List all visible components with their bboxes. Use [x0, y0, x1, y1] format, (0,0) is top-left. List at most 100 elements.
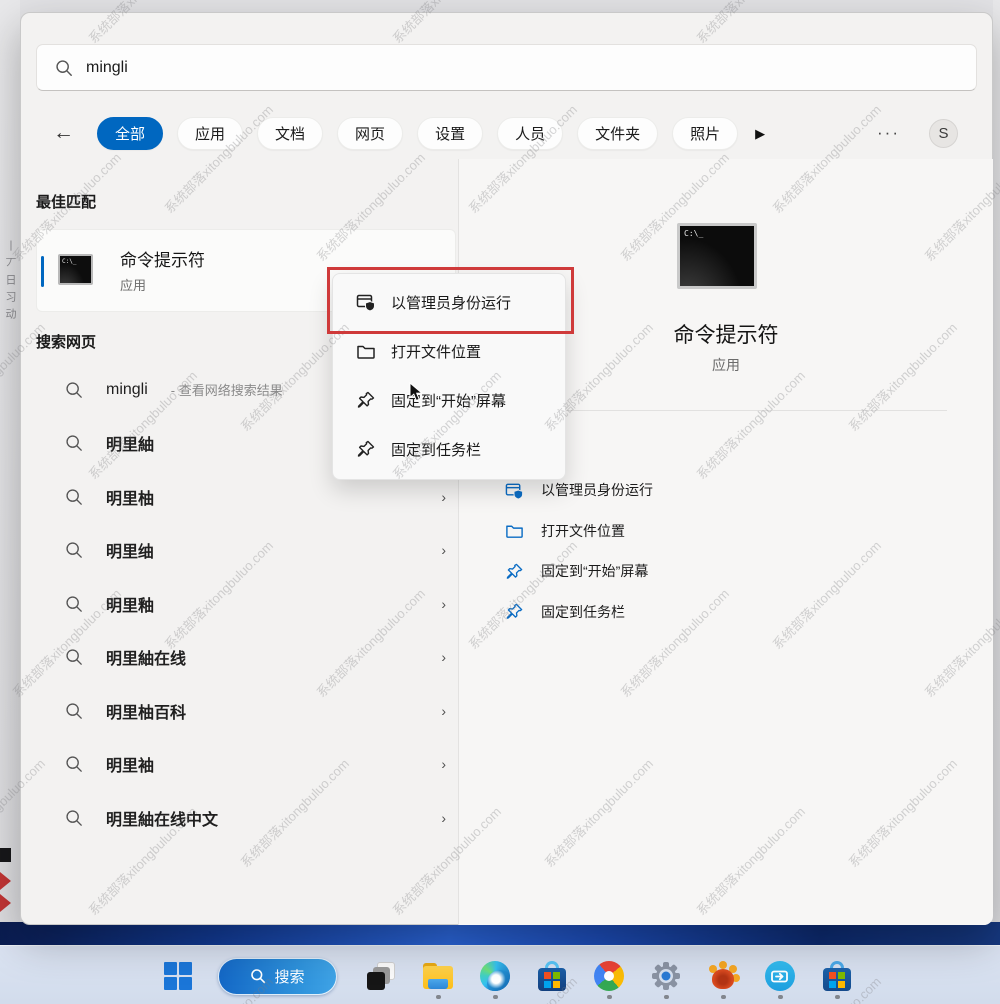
best-match-app-name: 命令提示符	[120, 246, 205, 271]
tab-web[interactable]: 网页	[337, 117, 403, 150]
pinwheel-browser-button[interactable]	[593, 957, 625, 995]
search-icon	[65, 755, 83, 773]
task-view-icon	[367, 962, 395, 990]
search-icon	[65, 541, 83, 559]
tab-all[interactable]: 全部	[97, 117, 163, 150]
chevron-right-icon[interactable]: ›	[441, 489, 446, 505]
desktop-wallpaper-strip	[0, 922, 1000, 947]
folder-icon	[505, 521, 524, 540]
avatar-initial: S	[938, 125, 948, 142]
desktop-edge-left: 丨丆日习动	[0, 0, 20, 925]
tab-folders[interactable]: 文件夹	[577, 117, 658, 150]
desktop-icon-fragment	[0, 848, 11, 862]
edge-icon	[480, 961, 510, 991]
menu-item-pin-to-taskbar[interactable]: 固定到任务栏	[338, 427, 560, 471]
menu-item-run-as-admin[interactable]: 以管理员身份运行	[338, 280, 560, 324]
file-explorer-button[interactable]	[422, 957, 454, 995]
best-match-app-type: 应用	[120, 275, 146, 294]
paw-app-button[interactable]	[707, 957, 739, 995]
microsoft-store-button[interactable]	[536, 957, 568, 995]
selection-accent-bar	[41, 256, 44, 287]
suggestion-text: 明里紬	[106, 431, 154, 455]
search-icon	[65, 595, 83, 613]
cmd-app-icon-large: C:\_	[677, 223, 757, 289]
filter-tabs-row: ← 全部 应用 文档 网页 设置 人员 文件夹 照片 ▶ ··· S	[21, 117, 992, 157]
menu-item-label: 以管理员身份运行	[391, 292, 511, 313]
action-pin-to-taskbar[interactable]: 固定到任务栏	[459, 592, 993, 633]
tab-documents[interactable]: 文档	[257, 117, 323, 150]
pinwheel-browser-icon	[594, 961, 624, 991]
taskbar: 搜索	[0, 945, 1000, 1004]
task-view-button[interactable]	[365, 957, 397, 995]
suggestion-text: 明里柚百科	[106, 699, 186, 723]
action-open-file-location[interactable]: 打开文件位置	[459, 511, 993, 552]
context-menu: 以管理员身份运行 打开文件位置 固定到“开始”屏幕 固定到任务栏	[332, 273, 566, 480]
chevron-right-icon[interactable]: ›	[441, 703, 446, 719]
chevron-right-icon[interactable]: ›	[441, 542, 446, 558]
taskbar-search-button[interactable]: 搜索	[218, 958, 337, 995]
tab-settings[interactable]: 设置	[417, 117, 483, 150]
preview-actions: 以管理员身份运行 打开文件位置 固定到“开始”屏幕 固定到任务栏	[459, 470, 993, 632]
gear-icon	[650, 960, 682, 992]
search-input[interactable]: mingli	[36, 44, 977, 91]
web-search-row[interactable]: 明里紬在线中文 ›	[36, 791, 456, 845]
run-as-admin-icon	[505, 481, 524, 500]
edge-browser-button[interactable]	[479, 957, 511, 995]
action-label: 固定到“开始”屏幕	[541, 561, 648, 581]
tabs-overflow-icon[interactable]: ▶	[755, 126, 765, 142]
web-search-row[interactable]: 明里柚百科 ›	[36, 684, 456, 738]
tab-people[interactable]: 人员	[497, 117, 563, 150]
microsoft-store-icon	[538, 961, 566, 991]
file-sync-app-icon	[765, 961, 795, 991]
search-icon	[65, 434, 83, 452]
menu-item-label: 固定到任务栏	[391, 439, 481, 460]
web-search-row[interactable]: 明里袖 ›	[36, 738, 456, 792]
suggestion-suffix: - 查看网络搜索结果	[171, 380, 283, 399]
folder-icon	[356, 341, 376, 361]
web-search-row[interactable]: 明里釉 ›	[36, 577, 456, 631]
search-icon	[65, 648, 83, 666]
start-button[interactable]	[164, 962, 192, 990]
pin-icon	[356, 390, 376, 410]
settings-button[interactable]	[650, 957, 682, 995]
action-label: 打开文件位置	[541, 521, 625, 541]
menu-item-label: 打开文件位置	[391, 341, 481, 362]
search-icon	[65, 488, 83, 506]
best-match-heading: 最佳匹配	[36, 191, 96, 212]
web-search-row[interactable]: 明里䌷 ›	[36, 524, 456, 578]
search-icon	[65, 809, 83, 827]
web-search-heading: 搜索网页	[36, 331, 96, 352]
suggestion-text: 明里紬在线	[106, 645, 186, 669]
chevron-right-icon[interactable]: ›	[441, 810, 446, 826]
chevron-right-icon[interactable]: ›	[441, 756, 446, 772]
menu-item-pin-to-start[interactable]: 固定到“开始”屏幕	[338, 378, 560, 422]
desktop-edge-right	[993, 0, 1000, 925]
pin-icon	[505, 602, 524, 621]
back-arrow-icon[interactable]: ←	[53, 121, 74, 145]
menu-item-label: 固定到“开始”屏幕	[391, 390, 506, 411]
suggestion-text: mingli	[106, 381, 148, 399]
ms-store-alt-button[interactable]	[821, 957, 853, 995]
tab-photos[interactable]: 照片	[672, 117, 738, 150]
pin-icon	[505, 562, 524, 581]
search-icon	[55, 59, 73, 77]
action-label: 固定到任务栏	[541, 602, 625, 622]
taskbar-search-label: 搜索	[274, 966, 304, 987]
search-flyout-panel: mingli ← 全部 应用 文档 网页 设置 人员 文件夹 照片 ▶ ··· …	[20, 12, 993, 925]
cmd-app-icon: C:\_	[58, 254, 93, 285]
search-icon	[65, 702, 83, 720]
suggestion-text: 明里柚	[106, 485, 154, 509]
menu-item-open-file-location[interactable]: 打开文件位置	[338, 329, 560, 373]
chevron-right-icon[interactable]: ›	[441, 649, 446, 665]
file-sync-app-button[interactable]	[764, 957, 796, 995]
tab-apps[interactable]: 应用	[177, 117, 243, 150]
pin-icon	[356, 439, 376, 459]
more-options-icon[interactable]: ···	[877, 123, 900, 143]
search-icon	[250, 968, 266, 984]
action-pin-to-start[interactable]: 固定到“开始”屏幕	[459, 551, 993, 592]
web-search-row[interactable]: 明里紬在线 ›	[36, 631, 456, 685]
desktop-text-fragment: 丨丆日习动	[2, 240, 18, 325]
avatar[interactable]: S	[929, 119, 958, 148]
chevron-right-icon[interactable]: ›	[441, 596, 446, 612]
file-explorer-icon	[423, 963, 453, 989]
